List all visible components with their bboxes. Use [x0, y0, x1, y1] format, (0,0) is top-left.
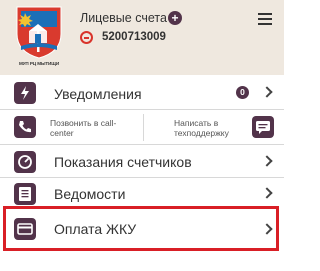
notification-flash-icon — [14, 82, 36, 104]
remove-account-icon[interactable] — [80, 31, 93, 44]
accounts-title: Лицевые счета — [80, 11, 167, 25]
hamburger-menu-icon[interactable] — [258, 13, 272, 26]
notifications-count-badge: 0 — [236, 86, 249, 99]
crest-caption: МУП РЦ МЫТИЩИ — [18, 61, 60, 66]
contact-row: Позвонить в call-center Написать в техпо… — [0, 110, 284, 145]
add-account-button[interactable]: + — [168, 11, 182, 25]
account-number[interactable]: 5200713009 — [102, 31, 166, 43]
call-center-button[interactable]: Позвонить в call-center — [0, 110, 143, 145]
menu-item-notifications[interactable]: Уведомления 0 — [0, 75, 284, 110]
support-label: Написать в техподдержку — [174, 118, 229, 138]
menu-item-statements[interactable]: Ведомости — [0, 178, 284, 209]
chat-message-icon — [252, 116, 274, 138]
highlight-frame — [3, 206, 279, 251]
phone-icon — [14, 116, 36, 138]
app-header: МУП РЦ МЫТИЩИ Лицевые счета + 5200713009 — [0, 0, 284, 75]
chevron-right-icon — [261, 86, 273, 98]
call-center-label: Позвонить в call-center — [50, 118, 117, 138]
chevron-right-icon — [261, 155, 273, 167]
write-support-button[interactable]: Написать в техподдержку — [144, 110, 284, 145]
gauge-icon — [14, 151, 36, 173]
notifications-label: Уведомления — [54, 86, 142, 102]
statements-label: Ведомости — [54, 186, 126, 202]
meter-readings-label: Показания счетчиков — [54, 154, 192, 170]
document-list-icon — [14, 183, 36, 205]
menu-item-meter-readings[interactable]: Показания счетчиков — [0, 145, 284, 178]
city-crest-logo: МУП РЦ МЫТИЩИ — [11, 4, 67, 70]
chevron-right-icon — [261, 187, 273, 199]
